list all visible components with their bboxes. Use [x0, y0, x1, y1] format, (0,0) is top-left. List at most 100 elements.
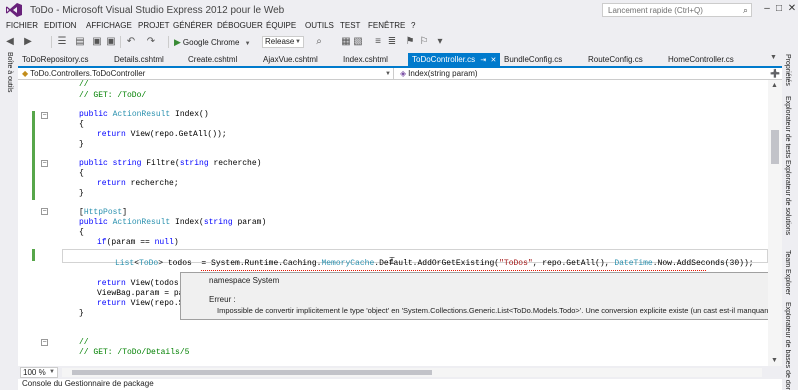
tab-todorepository[interactable]: ToDoRepository.cs [18, 53, 110, 66]
zoom-select[interactable]: 100 % ▼ [20, 367, 58, 378]
code-line: return View(todos); [97, 279, 189, 288]
menu-bar: FICHIER EDITION AFFICHAGE PROJET GÉNÉRER… [0, 20, 798, 33]
start-debugging-button[interactable]: ▶ Google Chrome ▼ [174, 35, 251, 49]
toggle-icon[interactable]: ▦ [340, 36, 352, 48]
code-line: { [79, 228, 84, 237]
menu-fichier[interactable]: FICHIER [6, 21, 38, 30]
change-marker [32, 148, 35, 200]
code-line-error: List<ToDo> todos = System.Runtime.Cachin… [115, 259, 754, 268]
change-marker [32, 111, 35, 153]
fold-toggle[interactable]: − [41, 208, 48, 215]
menu-generer[interactable]: GÉNÉRER [173, 21, 213, 30]
menu-outils[interactable]: OUTILS [305, 21, 334, 30]
quick-launch-input[interactable]: Lancement rapide (Ctrl+Q) ⌕ [602, 3, 752, 17]
tab-homecontroller[interactable]: HomeController.cs [664, 53, 756, 66]
chevron-down-icon: ▼ [49, 369, 55, 375]
document-tabs: ToDoRepository.cs Details.cshtml Create.… [18, 53, 782, 66]
tab-create[interactable]: Create.cshtml [184, 53, 254, 66]
code-line: // GET: /ToDo/Details/5 [79, 348, 190, 357]
menu-fenetre[interactable]: FENÊTRE [368, 21, 405, 30]
solution-configuration-select[interactable]: Release ▼ [262, 36, 304, 48]
tab-ajaxvue[interactable]: AjaxVue.cshtml [259, 53, 335, 66]
menu-test[interactable]: TEST [340, 21, 360, 30]
chevron-down-icon: ▼ [385, 71, 391, 77]
properties-tab[interactable]: Propriétés [784, 54, 791, 86]
tab-label: ToDoController.cs [412, 55, 476, 64]
fold-toggle[interactable]: − [41, 339, 48, 346]
class-icon: ◆ [22, 69, 29, 78]
member-dropdown[interactable]: ◈ Index(string param) ▼ [396, 68, 780, 79]
save-icon[interactable]: ▣ [91, 36, 103, 48]
visual-studio-logo-icon [6, 3, 22, 17]
comment-icon[interactable]: ≡ [372, 36, 384, 48]
toolbar-separator [120, 36, 121, 48]
play-icon: ▶ [174, 37, 181, 47]
tab-label: BundleConfig.cs [504, 55, 563, 64]
scroll-down-icon[interactable]: ▼ [771, 357, 778, 364]
uncomment-icon[interactable]: ≣ [386, 36, 398, 48]
code-line: if(param == null) [97, 238, 179, 247]
editor-bottom-bar: 100 % ▼ [18, 366, 768, 379]
code-line: public ActionResult Index() [79, 110, 209, 119]
class-scope-label: ToDo.Controllers.ToDoController [30, 69, 146, 78]
code-line: { [79, 120, 84, 129]
class-scope-dropdown[interactable]: ◆ ToDo.Controllers.ToDoController ▼ [18, 68, 394, 79]
new-project-icon[interactable]: ☰ [56, 36, 68, 48]
tooltip-error-label: Erreur : [209, 295, 236, 304]
code-line: // [79, 338, 89, 347]
find-icon[interactable]: ⌕ [313, 36, 325, 48]
maximize-button[interactable]: □ [772, 3, 786, 15]
fold-toggle[interactable]: − [41, 160, 48, 167]
close-button[interactable]: ✕ [785, 3, 798, 15]
toolbar-overflow-icon[interactable]: ▾ [434, 36, 446, 48]
scroll-up-icon[interactable]: ▲ [771, 82, 778, 89]
toolbar-separator [51, 36, 52, 48]
scrollbar-thumb[interactable] [72, 370, 432, 375]
tab-todocontroller[interactable]: ToDoController.cs ⇥ ✕ [408, 53, 500, 66]
outline-icon[interactable]: ▧ [352, 36, 364, 48]
bookmark-icon[interactable]: ⚑ [404, 36, 416, 48]
run-target-label: Google Chrome [182, 38, 240, 47]
toolbox-tab[interactable]: Boîte à outils [3, 52, 13, 112]
tab-label: AjaxVue.cshtml [263, 55, 318, 64]
database-explorer-tab[interactable]: Explorateur de bases de données [784, 302, 791, 390]
menu-projet[interactable]: PROJET [138, 21, 170, 30]
tab-index[interactable]: Index.cshtml [339, 53, 407, 66]
open-file-icon[interactable]: ▤ [74, 36, 86, 48]
method-icon: ◈ [400, 69, 407, 78]
tab-routeconfig[interactable]: RouteConfig.cs [584, 53, 660, 66]
chevron-down-icon: ▼ [244, 41, 251, 47]
pin-icon[interactable]: ⇥ [480, 57, 486, 64]
redo-icon[interactable]: ↷ [145, 36, 157, 48]
test-explorer-tab[interactable]: Explorateur de tests [784, 96, 791, 158]
member-label: Index(string param) [408, 69, 478, 78]
window-title: ToDo - Microsoft Visual Studio Express 2… [30, 5, 285, 16]
zoom-value: 100 % [23, 368, 46, 377]
back-icon[interactable]: ◀ [4, 36, 16, 48]
menu-affichage[interactable]: AFFICHAGE [86, 21, 132, 30]
save-all-icon[interactable]: ▣ [105, 36, 117, 48]
forward-icon[interactable]: ▶ [22, 36, 34, 48]
scrollbar-thumb[interactable] [771, 130, 779, 164]
bookmark-next-icon[interactable]: ⚐ [418, 36, 430, 48]
menu-equipe[interactable]: ÉQUIPE [266, 21, 296, 30]
undo-icon[interactable]: ↶ [125, 36, 137, 48]
configuration-value: Release [265, 37, 295, 46]
solution-explorer-tab[interactable]: Explorateur de solutions [784, 160, 791, 235]
tab-label: Details.cshtml [114, 55, 164, 64]
tab-bundleconfig[interactable]: BundleConfig.cs [500, 53, 582, 66]
package-manager-console-tab[interactable]: Console du Gestionnaire de package [22, 379, 154, 388]
vertical-scrollbar[interactable]: ➕ ▲ ▼ [768, 69, 782, 366]
menu-help[interactable]: ? [411, 21, 415, 30]
fold-toggle[interactable]: − [41, 112, 48, 119]
close-icon[interactable]: ✕ [490, 57, 496, 64]
team-explorer-tab[interactable]: Team Explorer [784, 250, 791, 295]
change-marker [32, 249, 35, 261]
menu-deboguer[interactable]: DÉBOGUER [217, 21, 263, 30]
tab-label: RouteConfig.cs [588, 55, 643, 64]
horizontal-scrollbar[interactable] [62, 368, 762, 377]
code-editor[interactable]: − − − − // // GET: /ToDo/ public ActionR… [18, 80, 768, 366]
menu-edition[interactable]: EDITION [44, 21, 76, 30]
split-window-icon[interactable]: ➕ [770, 69, 780, 78]
tab-overflow-icon[interactable]: ▼ [770, 54, 777, 61]
